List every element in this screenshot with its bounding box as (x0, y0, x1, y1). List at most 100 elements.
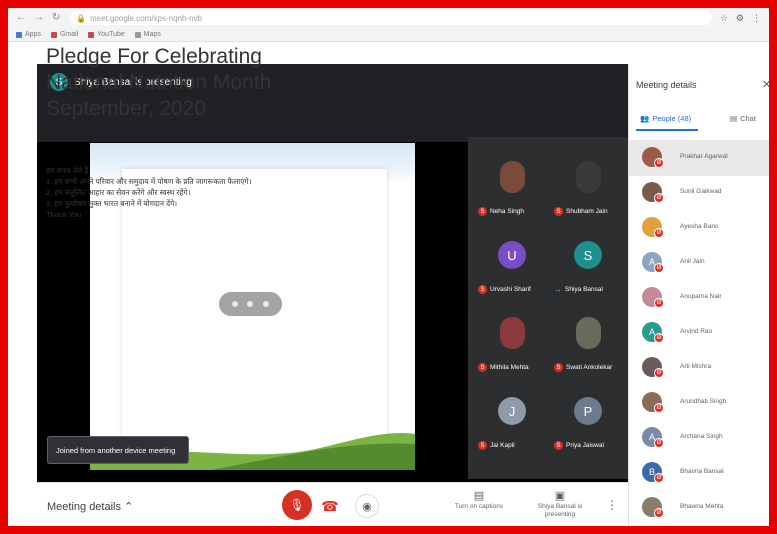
people-list: Ø Prakhar Agarwal Ø Sunil Gaikwad Ø Ayesha Ba… (628, 140, 769, 526)
bookmark-apps[interactable]: Apps (16, 31, 41, 38)
participant-label: S Urvashi Sharif (478, 285, 531, 294)
close-icon[interactable]: ✕ (762, 78, 771, 91)
bookmarks-bar: Apps Gmail YouTube Maps (8, 28, 769, 42)
forward-icon[interactable]: → (34, 13, 44, 23)
captions-icon: ▤ (473, 490, 485, 502)
chat-icon: ▤ (730, 114, 738, 123)
browser-toolbar: ← → ↻ 🔒 meet.google.com/xps-nqnh-nvb ☆ ⚙… (8, 8, 769, 28)
person-name: Anil Jain (680, 258, 705, 265)
participant-tile[interactable]: S Mithila Mehta (472, 299, 552, 379)
participant-name: Mithila Mehta (490, 364, 529, 371)
mic-muted-icon: S (478, 363, 487, 372)
slide-controls[interactable] (219, 292, 282, 316)
people-list-item[interactable]: Ø Ayesha Bano (628, 210, 769, 246)
presenting-icon: → (554, 285, 562, 294)
people-list-item[interactable]: Ø Arti Mishra (628, 350, 769, 386)
participant-label: S Neha Singh (478, 207, 524, 216)
reload-icon[interactable]: ↻ (52, 13, 62, 23)
active-tab-indicator (636, 129, 698, 131)
mic-off-icon: 🎙 (289, 498, 305, 512)
people-list-item[interactable]: Ø Sunil Gaikwad (628, 175, 769, 211)
people-icon: 👥 (640, 114, 650, 123)
people-list-item[interactable]: Ø Arundhati Singh (628, 385, 769, 421)
participant-tile[interactable]: J S Jai Kapil (472, 377, 552, 457)
people-list-item[interactable]: Ø Anupama Nair (628, 280, 769, 316)
slide-line: Thank You (46, 210, 82, 219)
person-name: Bhavna Bansal (680, 468, 724, 475)
camera-button[interactable]: ◉ (355, 494, 379, 518)
participant-label: S Shubham Jain (554, 207, 608, 216)
tab-people[interactable]: 👥 People (48) (640, 114, 691, 123)
participant-avatar (500, 317, 525, 349)
participant-label: S Jai Kapil (478, 441, 515, 450)
mic-muted-icon: Ø (654, 158, 664, 168)
participant-avatar (576, 161, 601, 193)
slide-control-dot[interactable] (263, 301, 270, 307)
mic-button[interactable]: 🎙 (282, 490, 312, 520)
more-options-icon[interactable]: ⋮ (606, 498, 618, 512)
maps-icon (134, 31, 141, 38)
chevron-up-icon: ⌃ (124, 501, 134, 513)
present-label: Shiya Bansal is presenting (537, 503, 583, 518)
participant-tile[interactable]: S Swati Ankolekar (548, 299, 628, 379)
present-button[interactable]: ▣ Shiya Bansal is presenting (532, 490, 588, 519)
participant-name: Urvashi Sharif (490, 286, 531, 293)
phone-icon: ☎ (321, 497, 339, 514)
participant-tile[interactable]: S → Shiya Bansal (548, 221, 628, 301)
apps-icon (16, 31, 22, 38)
person-name: Archana Singh (680, 433, 723, 440)
star-icon[interactable]: ☆ (720, 13, 728, 24)
slide-line: 2. हम संतुलित आहार का सेवन करेंगे और स्व… (46, 188, 191, 197)
captions-label: Turn on captions (454, 503, 504, 510)
present-icon: ▣ (554, 490, 566, 502)
participant-tile[interactable]: P S Priya Jaiswal (548, 377, 628, 457)
slide-line: 3. हम कुपोषण मुक्त भारत बनाने में योगदान… (46, 199, 178, 208)
participant-tile[interactable]: S Shubham Jain (548, 143, 628, 223)
bookmark-maps[interactable]: Maps (134, 31, 161, 38)
lock-icon: 🔒 (76, 13, 86, 23)
participant-label: → Shiya Bansal (554, 285, 603, 294)
toast-text: Joined from another device meeting (56, 445, 176, 455)
people-list-item[interactable]: B Ø Bhavna Bansal (628, 455, 769, 491)
captions-button[interactable]: ▤ Turn on captions (451, 490, 507, 511)
tab-people-label: People (48) (652, 114, 692, 123)
bookmark-youtube[interactable]: YouTube (88, 31, 125, 38)
extension-icon[interactable]: ⚙ (736, 13, 744, 24)
url-text: meet.google.com/xps-nqnh-nvb (89, 13, 203, 23)
tab-chat[interactable]: ▤ Chat (730, 114, 756, 123)
person-name: Arti Mishra (680, 363, 712, 370)
person-name: Arundhati Singh (680, 398, 727, 405)
people-list-item[interactable]: A Ø Arvind Rao (628, 315, 769, 351)
people-list-item[interactable]: Ø Bhawna Mehta (628, 490, 769, 526)
person-name: Ayesha Bano (680, 223, 719, 230)
mic-muted-icon: Ø (654, 508, 664, 518)
back-icon[interactable]: ← (16, 13, 26, 23)
slide-control-dot[interactable] (247, 301, 254, 307)
person-name: Sunil Gaikwad (680, 188, 722, 195)
mic-muted-icon: Ø (654, 438, 664, 448)
participant-tile[interactable]: S Neha Singh (472, 143, 552, 223)
meeting-details-button[interactable]: Meeting details ⌃ (47, 500, 133, 513)
menu-icon[interactable]: ⋮ (752, 13, 761, 24)
people-list-item[interactable]: A Ø Archana Singh (628, 420, 769, 456)
slide-line: हम शपथ लेते हैं (46, 166, 89, 175)
slide-control-dot[interactable] (231, 301, 238, 307)
slide-body: हम शपथ लेते हैं 1. हम सभी अपने परिवार और… (46, 165, 286, 220)
mic-muted-icon: S (554, 441, 563, 450)
people-list-item[interactable]: Ø Prakhar Agarwal (628, 140, 769, 176)
people-list-item[interactable]: A Ø Anil Jain (628, 245, 769, 281)
address-bar[interactable]: 🔒 meet.google.com/xps-nqnh-nvb (70, 11, 712, 25)
participant-avatar: J (498, 397, 526, 425)
mic-muted-icon: Ø (654, 263, 664, 273)
participant-name: Shubham Jain (566, 208, 608, 215)
participant-avatar (500, 161, 525, 193)
mic-muted-icon: Ø (654, 333, 664, 343)
hang-up-button[interactable]: ☎ (318, 495, 342, 517)
bookmark-gmail[interactable]: Gmail (50, 31, 78, 38)
slide-line: 1. हम सभी अपने परिवार और समुदाय में पोषण… (46, 177, 252, 186)
camera-icon: ◉ (362, 500, 372, 513)
notification-toast: Joined from another device meeting (47, 436, 189, 464)
mic-muted-icon: S (478, 441, 487, 450)
participant-tile[interactable]: U S Urvashi Sharif (472, 221, 552, 301)
mic-muted-icon: Ø (654, 368, 664, 378)
